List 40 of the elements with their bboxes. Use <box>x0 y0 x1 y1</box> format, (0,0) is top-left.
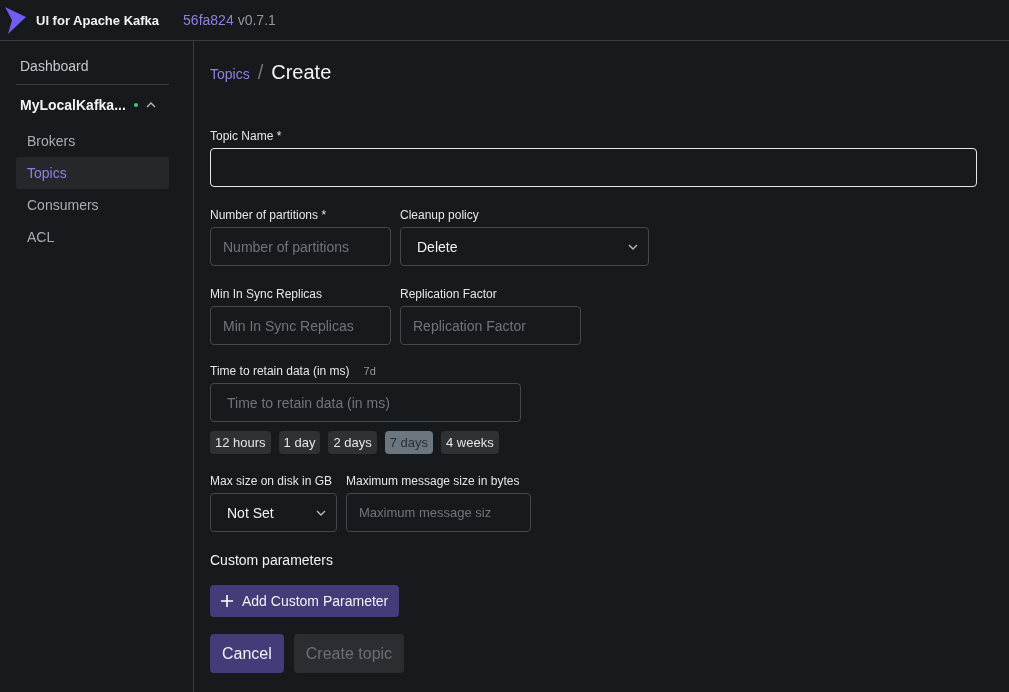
field-label: Number of partitions * <box>210 208 328 222</box>
commit-link[interactable]: 56fa824 <box>183 12 234 28</box>
preset-chip[interactable]: 4 weeks <box>441 431 499 454</box>
chevron-down-icon <box>316 509 326 516</box>
select-field[interactable]: Not Set <box>210 493 337 532</box>
page-title: Create <box>271 61 332 84</box>
breadcrumb-separator: / <box>257 61 264 84</box>
chevron-down-icon <box>628 243 638 250</box>
nav-item[interactable]: ACL <box>16 221 169 253</box>
select-field[interactable]: Delete <box>400 227 649 266</box>
preset-chip[interactable]: 2 days <box>328 431 377 454</box>
preset-chip[interactable]: 12 hours <box>210 431 271 454</box>
field-label: Maximum message size in bytes <box>346 474 521 488</box>
nav-item[interactable]: Brokers <box>16 125 169 157</box>
input-field[interactable]: Time to retain data (in ms) <box>210 383 521 422</box>
input-field[interactable]: Number of partitions <box>210 227 391 266</box>
plus-icon <box>221 595 233 607</box>
field-label: Topic Name * <box>210 129 283 143</box>
field-label: Cleanup policy <box>400 208 480 222</box>
nav-item[interactable]: Consumers <box>16 189 169 221</box>
breadcrumb-link[interactable]: Topics <box>210 66 250 82</box>
logo-icon <box>4 6 26 34</box>
version-text: v0.7.1 <box>237 12 276 28</box>
nav-item[interactable]: Dashboard <box>16 49 169 85</box>
cancel-button[interactable]: Cancel <box>210 634 284 673</box>
input-field[interactable]: Replication Factor <box>400 306 581 345</box>
section-title: Custom parameters <box>210 552 334 568</box>
preset-chip[interactable]: 1 day <box>278 431 321 454</box>
nav-item[interactable]: Topics <box>16 157 169 189</box>
add-parameter-button[interactable]: Add Custom Parameter <box>210 585 400 617</box>
field-label: Replication Factor <box>400 287 498 301</box>
input-field[interactable]: Maximum message siz <box>346 493 531 532</box>
field-label: Max size on disk in GB <box>210 474 334 488</box>
field-label: Min In Sync Replicas <box>210 287 324 301</box>
field-label: Time to retain data (in ms) <box>210 364 350 378</box>
input-field[interactable]: Min In Sync Replicas <box>210 306 391 345</box>
retention-hint: 7d <box>363 365 376 377</box>
app-name: UI for Apache Kafka <box>36 12 160 28</box>
chevron-up-icon <box>145 102 156 108</box>
cluster-name[interactable]: MyLocalKafka... <box>20 97 126 113</box>
